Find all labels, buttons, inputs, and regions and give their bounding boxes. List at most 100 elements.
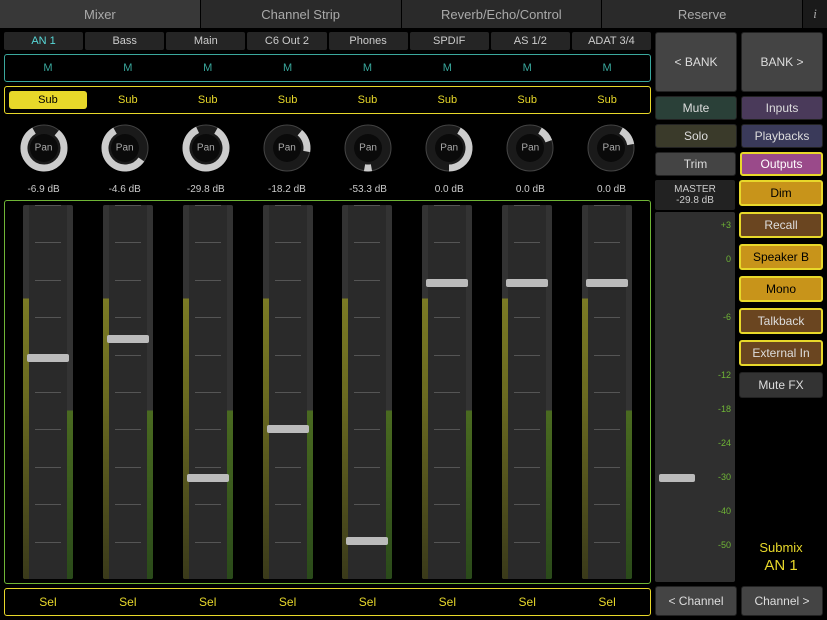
db-label: -53.3 dB [329, 182, 408, 196]
speaker-b-button[interactable]: Speaker B [739, 244, 823, 270]
tab-mixer[interactable]: Mixer [0, 0, 201, 28]
outputs-button[interactable]: Outputs [740, 152, 823, 176]
sub-cell[interactable]: Sub [568, 91, 646, 109]
dim-button[interactable]: Dim [739, 180, 823, 206]
pan-knob[interactable]: Pan [329, 120, 408, 176]
submix-display: Submix AN 1 [739, 532, 823, 582]
fader-handle[interactable] [267, 425, 309, 433]
sel-cell[interactable]: Sel [89, 595, 167, 609]
recall-button[interactable]: Recall [739, 212, 823, 238]
channel-name[interactable]: ADAT 3/4 [572, 32, 651, 50]
tab-channel-strip[interactable]: Channel Strip [201, 0, 402, 28]
master-label: MASTER [674, 184, 716, 195]
mute-cell[interactable]: M [488, 59, 566, 77]
tab-reserve[interactable]: Reserve [602, 0, 803, 28]
mute-cell[interactable]: M [89, 59, 167, 77]
fader[interactable] [169, 205, 247, 579]
info-icon[interactable]: i [803, 0, 827, 28]
mute-cell[interactable]: M [9, 59, 87, 77]
faders-row [4, 200, 651, 584]
db-label: 0.0 dB [572, 182, 651, 196]
tab-reverb-echo[interactable]: Reverb/Echo/Control [402, 0, 603, 28]
trim-button[interactable]: Trim [655, 152, 736, 176]
submix-label: Submix [739, 540, 823, 555]
sel-cell[interactable]: Sel [568, 595, 646, 609]
fader-handle[interactable] [586, 279, 628, 287]
channel-name[interactable]: SPDIF [410, 32, 489, 50]
master-scale-tick: -30 [701, 472, 731, 482]
mute-button[interactable]: Mute [655, 96, 737, 120]
mono-button[interactable]: Mono [739, 276, 823, 302]
sub-cell[interactable]: Sub [488, 91, 566, 109]
pan-row: Pan Pan Pan Pan Pan Pan Pan Pan [4, 118, 651, 178]
master-scale-tick: -50 [701, 540, 731, 550]
channel-next-button[interactable]: Channel > [741, 586, 823, 616]
master-scale-tick: -12 [701, 370, 731, 380]
fader-handle[interactable] [346, 537, 388, 545]
db-label: 0.0 dB [491, 182, 570, 196]
channel-name[interactable]: C6 Out 2 [247, 32, 326, 50]
channel-name[interactable]: Bass [85, 32, 164, 50]
db-label: -4.6 dB [85, 182, 164, 196]
db-label: -6.9 dB [4, 182, 83, 196]
master-fader-track[interactable]: +30-6-12-18-24-30-40-50 [655, 212, 735, 582]
sel-cell[interactable]: Sel [329, 595, 407, 609]
fader-handle[interactable] [506, 279, 548, 287]
sel-row: SelSelSelSelSelSelSelSel [4, 588, 651, 616]
channel-prev-button[interactable]: < Channel [655, 586, 737, 616]
solo-button[interactable]: Solo [655, 124, 737, 148]
pan-knob[interactable]: Pan [166, 120, 245, 176]
channel-name[interactable]: Phones [329, 32, 408, 50]
sel-cell[interactable]: Sel [249, 595, 327, 609]
db-row: -6.9 dB-4.6 dB-29.8 dB-18.2 dB-53.3 dB0.… [4, 182, 651, 196]
top-tabs: Mixer Channel Strip Reverb/Echo/Control … [0, 0, 827, 28]
sub-cell[interactable]: Sub [89, 91, 167, 109]
fader[interactable] [568, 205, 646, 579]
channel-name[interactable]: Main [166, 32, 245, 50]
sel-cell[interactable]: Sel [169, 595, 247, 609]
sub-cell[interactable]: Sub [9, 91, 87, 109]
sub-cell[interactable]: Sub [169, 91, 247, 109]
fader[interactable] [89, 205, 167, 579]
fader[interactable] [9, 205, 87, 579]
fader[interactable] [408, 205, 486, 579]
fader-handle[interactable] [27, 354, 69, 362]
sel-cell[interactable]: Sel [9, 595, 87, 609]
pan-knob[interactable]: Pan [4, 120, 83, 176]
sel-cell[interactable]: Sel [488, 595, 566, 609]
mute-cell[interactable]: M [408, 59, 486, 77]
pan-knob[interactable]: Pan [247, 120, 326, 176]
sub-cell[interactable]: Sub [408, 91, 486, 109]
pan-knob[interactable]: Pan [85, 120, 164, 176]
channel-name[interactable]: AS 1/2 [491, 32, 570, 50]
mute-fx-button[interactable]: Mute FX [739, 372, 823, 398]
fader[interactable] [488, 205, 566, 579]
sub-cell[interactable]: Sub [249, 91, 327, 109]
playbacks-button[interactable]: Playbacks [741, 124, 823, 148]
fader-handle[interactable] [426, 279, 468, 287]
pan-knob[interactable]: Pan [491, 120, 570, 176]
talkback-button[interactable]: Talkback [739, 308, 823, 334]
fader-handle[interactable] [187, 474, 229, 482]
mute-cell[interactable]: M [329, 59, 407, 77]
channel-name[interactable]: AN 1 [4, 32, 83, 50]
bank-prev-button[interactable]: < BANK [655, 32, 737, 92]
fader-handle[interactable] [107, 335, 149, 343]
fader[interactable] [329, 205, 407, 579]
mute-cell[interactable]: M [169, 59, 247, 77]
master-db: -29.8 dB [676, 195, 714, 206]
external-in-button[interactable]: External In [739, 340, 823, 366]
master-header: MASTER -29.8 dB [655, 180, 735, 210]
db-label: 0.0 dB [410, 182, 489, 196]
pan-knob[interactable]: Pan [572, 120, 651, 176]
master-scale-tick: 0 [701, 254, 731, 264]
mute-cell[interactable]: M [568, 59, 646, 77]
inputs-button[interactable]: Inputs [741, 96, 823, 120]
sel-cell[interactable]: Sel [408, 595, 486, 609]
sub-cell[interactable]: Sub [329, 91, 407, 109]
bank-next-button[interactable]: BANK > [741, 32, 823, 92]
master-fader-handle[interactable] [659, 474, 695, 482]
fader[interactable] [249, 205, 327, 579]
pan-knob[interactable]: Pan [410, 120, 489, 176]
mute-cell[interactable]: M [249, 59, 327, 77]
